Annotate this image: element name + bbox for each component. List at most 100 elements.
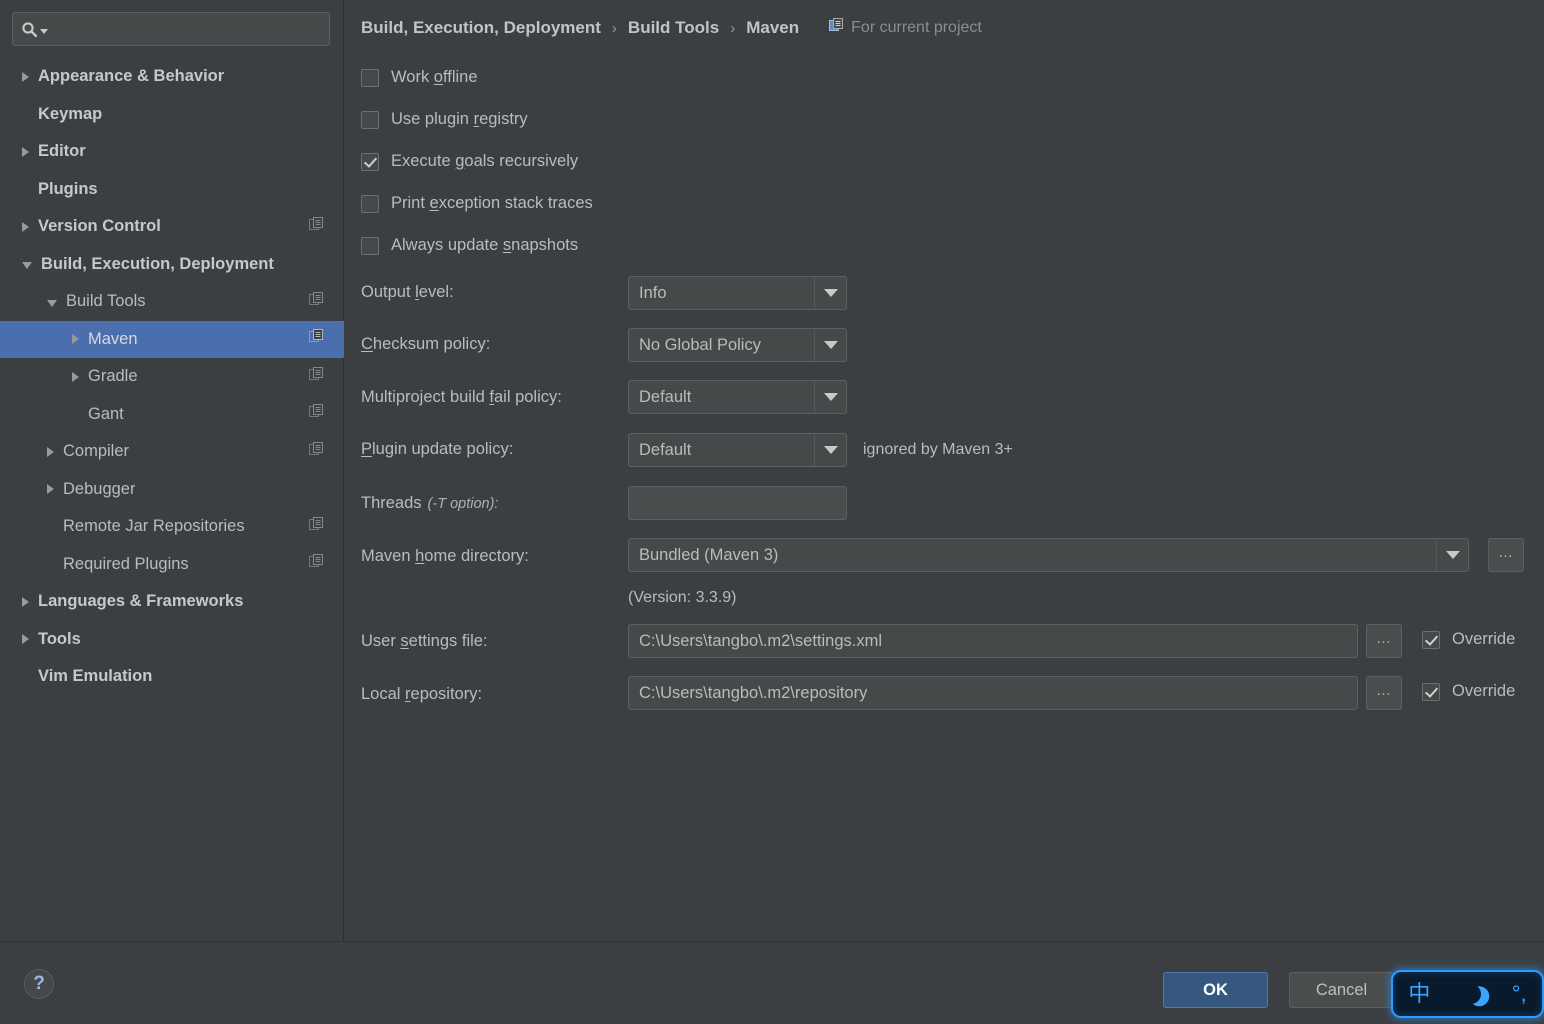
sidebar-item-vim-emulation[interactable]: Vim Emulation bbox=[0, 658, 344, 696]
plugin-update-policy-note: ignored by Maven 3+ bbox=[863, 441, 1013, 458]
help-button[interactable]: ? bbox=[24, 969, 54, 999]
sidebar-item-label: Appearance & Behavior bbox=[38, 67, 225, 86]
chevron-right-icon[interactable] bbox=[72, 371, 79, 382]
checkbox-label: Print exception stack traces bbox=[391, 194, 593, 212]
sidebar-item-compiler[interactable]: Compiler bbox=[0, 433, 344, 471]
project-scope-icon bbox=[309, 404, 324, 424]
chevron-down-icon[interactable] bbox=[814, 329, 846, 361]
sidebar-item-tools[interactable]: Tools bbox=[0, 621, 344, 659]
sidebar-item-label: Gradle bbox=[88, 367, 138, 386]
chevron-down-icon[interactable] bbox=[1436, 539, 1468, 571]
checkbox-box[interactable] bbox=[361, 152, 379, 171]
user-settings-browse-button[interactable]: … bbox=[1366, 624, 1402, 658]
sidebar-item-remote-jar-repositories[interactable]: Remote Jar Repositories bbox=[0, 508, 344, 546]
chevron-down-icon[interactable] bbox=[22, 262, 32, 270]
search-input[interactable] bbox=[48, 19, 329, 39]
local-repository-input[interactable]: C:\Users\tangbo\.m2\repository bbox=[628, 676, 1358, 710]
sidebar-item-gant[interactable]: Gant bbox=[0, 396, 344, 434]
ime-punctuation-button[interactable]: °, bbox=[1512, 983, 1527, 1005]
breadcrumb-item-build-execution-deployment[interactable]: Build, Execution, Deployment bbox=[361, 18, 601, 38]
chevron-right-icon[interactable] bbox=[22, 146, 29, 157]
sidebar-item-appearance-behavior[interactable]: Appearance & Behavior bbox=[0, 58, 344, 96]
search-dropdown-arrow-icon[interactable] bbox=[40, 29, 48, 34]
chevron-right-icon[interactable] bbox=[72, 334, 79, 345]
local-repository-browse-button[interactable]: … bbox=[1366, 676, 1402, 710]
checkbox-execute-goals-recursively[interactable]: Execute goals recursively bbox=[361, 152, 578, 171]
search-field-wrapper bbox=[12, 12, 330, 46]
local-repository-override-checkbox[interactable] bbox=[1422, 682, 1440, 701]
user-settings-override-row[interactable]: Override bbox=[1422, 630, 1515, 649]
search-box[interactable] bbox=[12, 12, 330, 46]
chevron-right-icon[interactable] bbox=[47, 446, 54, 457]
scope-note: For current project bbox=[829, 18, 982, 38]
multiproject-build-fail-policy-dropdown[interactable]: Default bbox=[628, 380, 847, 414]
checkbox-box[interactable] bbox=[361, 236, 379, 255]
chevron-down-icon[interactable] bbox=[814, 277, 846, 309]
moon-icon[interactable] bbox=[1461, 984, 1481, 1004]
chevron-down-icon[interactable] bbox=[814, 381, 846, 413]
project-scope-icon bbox=[309, 516, 324, 537]
checkbox-label: Work offline bbox=[391, 68, 478, 86]
settings-sidebar: Appearance & Behavior Keymap Editor Plugins… bbox=[0, 0, 344, 941]
multiproject-build-fail-policy-label: Multiproject build fail policy: bbox=[361, 388, 562, 406]
chevron-down-icon[interactable] bbox=[47, 299, 57, 307]
ime-toolbar[interactable]: 中 °, bbox=[1391, 970, 1544, 1018]
checkbox-print-exception-stack-traces[interactable]: Print exception stack traces bbox=[361, 194, 593, 213]
sidebar-item-version-control[interactable]: Version Control bbox=[0, 208, 344, 246]
user-settings-override-label: Override bbox=[1452, 630, 1516, 648]
chevron-right-icon[interactable] bbox=[22, 71, 29, 82]
chevron-right-icon[interactable] bbox=[47, 484, 54, 495]
sidebar-item-required-plugins[interactable]: Required Plugins bbox=[0, 546, 344, 584]
sidebar-item-gradle[interactable]: Gradle bbox=[0, 358, 344, 396]
ime-language-mode-button[interactable]: 中 bbox=[1408, 983, 1430, 1005]
checkbox-always-update-snapshots[interactable]: Always update snapshots bbox=[361, 236, 578, 255]
output-level-dropdown[interactable]: Info bbox=[628, 276, 847, 310]
maven-home-directory-dropdown[interactable]: Bundled (Maven 3) bbox=[628, 538, 1469, 572]
sidebar-item-maven[interactable]: Maven bbox=[0, 320, 344, 358]
project-scope-icon bbox=[309, 291, 324, 312]
project-scope-icon bbox=[309, 441, 324, 462]
checkbox-work-offline[interactable]: Work offline bbox=[361, 68, 478, 87]
checkbox-use-plugin-registry[interactable]: Use plugin registry bbox=[361, 110, 528, 129]
sidebar-item-label: Version Control bbox=[38, 217, 161, 236]
checkbox-box[interactable] bbox=[361, 68, 379, 87]
project-scope-icon bbox=[309, 554, 324, 574]
threads-input[interactable] bbox=[628, 486, 847, 520]
sidebar-item-label: Editor bbox=[38, 142, 86, 161]
chevron-down-icon[interactable] bbox=[814, 434, 846, 466]
checkbox-label: Always update snapshots bbox=[391, 236, 579, 254]
chevron-right-icon[interactable] bbox=[22, 596, 29, 607]
sidebar-item-debugger[interactable]: Debugger bbox=[0, 471, 344, 509]
local-repository-override-row[interactable]: Override bbox=[1422, 682, 1515, 701]
user-settings-file-label: User settings file: bbox=[361, 632, 488, 650]
search-icon[interactable] bbox=[21, 21, 38, 38]
sidebar-item-editor[interactable]: Editor bbox=[0, 133, 344, 171]
checksum-policy-dropdown[interactable]: No Global Policy bbox=[628, 328, 847, 362]
breadcrumb-item-maven[interactable]: Maven bbox=[746, 18, 799, 38]
chevron-right-icon[interactable] bbox=[22, 221, 29, 232]
ok-button[interactable]: OK bbox=[1163, 972, 1268, 1008]
checkbox-label: Use plugin registry bbox=[391, 110, 528, 128]
checkbox-box[interactable] bbox=[361, 110, 379, 129]
checksum-policy-label: Checksum policy: bbox=[361, 335, 491, 353]
checkbox-box[interactable] bbox=[361, 194, 379, 213]
cancel-button[interactable]: Cancel bbox=[1289, 972, 1394, 1008]
chevron-right-icon[interactable] bbox=[22, 634, 29, 645]
sidebar-item-label: Plugins bbox=[38, 179, 98, 198]
maven-home-browse-button[interactable]: … bbox=[1488, 538, 1524, 572]
sidebar-item-build-execution-deployment[interactable]: Build, Execution, Deployment bbox=[0, 246, 344, 284]
sidebar-item-languages-frameworks[interactable]: Languages & Frameworks bbox=[0, 583, 344, 621]
maven-home-directory-label: Maven home directory: bbox=[361, 547, 529, 565]
output-level-label: Output level: bbox=[361, 283, 454, 301]
plugin-update-policy-dropdown[interactable]: Default bbox=[628, 433, 847, 467]
sidebar-item-keymap[interactable]: Keymap bbox=[0, 96, 344, 134]
sidebar-item-build-tools[interactable]: Build Tools bbox=[0, 283, 344, 321]
user-settings-file-input[interactable]: C:\Users\tangbo\.m2\settings.xml bbox=[628, 624, 1358, 658]
sidebar-item-label: Remote Jar Repositories bbox=[63, 517, 245, 536]
sidebar-item-plugins[interactable]: Plugins bbox=[0, 171, 344, 209]
sidebar-item-label: Gant bbox=[88, 404, 124, 423]
user-settings-override-checkbox[interactable] bbox=[1422, 630, 1440, 649]
breadcrumb-item-build-tools[interactable]: Build Tools bbox=[628, 18, 719, 38]
